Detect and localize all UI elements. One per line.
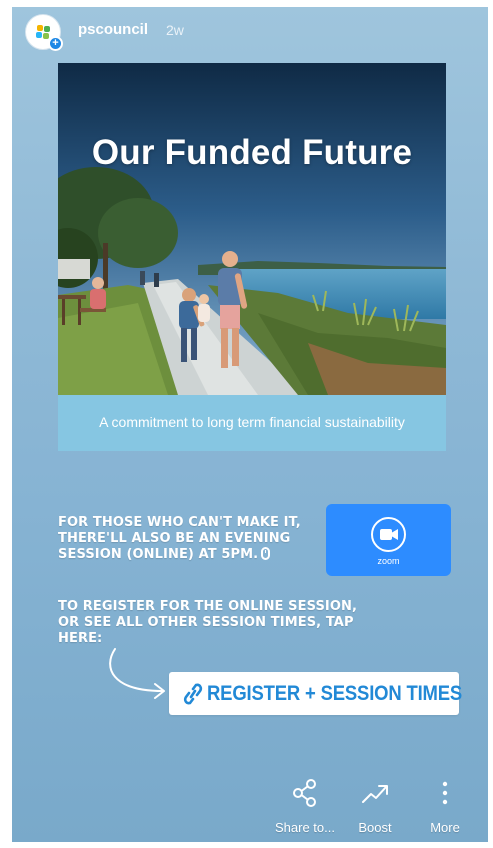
boost-button[interactable]: Boost [335, 771, 415, 841]
boost-label: Boost [358, 820, 392, 835]
boost-icon [362, 785, 388, 803]
link-icon [183, 683, 203, 705]
more-label: More [430, 820, 460, 835]
account-username[interactable]: pscouncil [78, 21, 148, 38]
share-icon [293, 779, 316, 807]
post-caption: A commitment to long term financial sust… [99, 414, 405, 430]
curved-arrow-icon [109, 648, 165, 699]
more-button[interactable]: More [405, 771, 485, 841]
post-timestamp: 2w [166, 22, 184, 38]
zoom-camera-icon [371, 517, 406, 552]
register-prompt-text: TO REGISTER FOR THE ONLINE SESSION, OR S… [58, 599, 358, 646]
share-to-button[interactable]: Share to... [265, 771, 345, 841]
register-link-sticker[interactable]: REGISTER + SESSION TIMES [169, 672, 463, 715]
evening-session-text: FOR THOSE WHO CAN'T MAKE IT, THERE'LL AL… [58, 515, 318, 563]
shared-post-card[interactable]: Our Funded Future A commitment to long t… [58, 63, 446, 451]
post-title: Our Funded Future [91, 133, 413, 172]
share-to-label: Share to... [275, 820, 335, 835]
zoom-sticker[interactable]: zoom [326, 504, 451, 576]
add-story-badge[interactable]: + [48, 36, 63, 51]
screen: + pscouncil 2w Our Funded Future A commi… [0, 0, 493, 848]
post-caption-band: A commitment to long term financial sust… [58, 395, 446, 451]
story-view[interactable]: + pscouncil 2w Our Funded Future A commi… [12, 7, 488, 842]
more-vertical-icon [442, 781, 448, 805]
register-link-label: REGISTER + SESSION TIMES [207, 682, 463, 705]
beach-walk-photo [58, 63, 446, 395]
mouse-icon [261, 547, 271, 560]
video-camera-icon [380, 529, 398, 540]
story-action-bar: Share to... Boost More [12, 771, 488, 841]
zoom-label: zoom [377, 556, 400, 566]
